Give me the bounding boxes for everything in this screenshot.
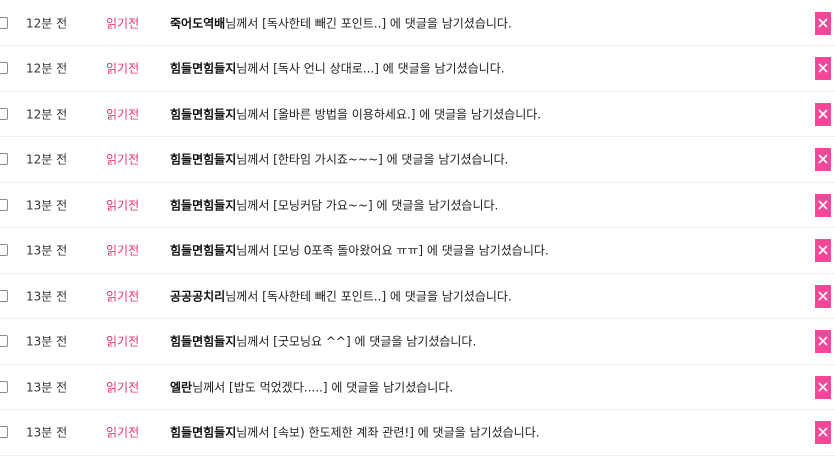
notification-time: 13분 전 xyxy=(26,380,68,395)
delete-button[interactable] xyxy=(815,375,831,399)
notification-time: 13분 전 xyxy=(26,425,68,440)
read-status-label[interactable]: 읽기전 xyxy=(106,424,139,441)
notification-message-link[interactable]: 힘들면힘들지님께서 [속보) 한도제한 계좌 관련!] 에 댓글을 남기셨습니다… xyxy=(170,424,540,441)
read-status-label[interactable]: 읽기전 xyxy=(106,151,139,168)
notification-message-link[interactable]: 힘들면힘들지님께서 [굿모닝요 ^^] 에 댓글을 남기셨습니다. xyxy=(170,333,476,350)
select-checkbox[interactable] xyxy=(0,289,8,302)
select-checkbox[interactable] xyxy=(0,335,8,348)
notification-message-link[interactable]: 힘들면힘들지님께서 [올바른 방법을 이용하세요.] 에 댓글을 남기셨습니다. xyxy=(170,105,541,122)
notification-time: 13분 전 xyxy=(26,334,68,349)
delete-button[interactable] xyxy=(815,421,831,445)
close-icon xyxy=(818,63,828,73)
commenter-nickname: 힘들면힘들지 xyxy=(170,61,237,76)
notification-row: 13분 전 읽기전 힘들면힘들지님께서 [굿모닝요 ^^] 에 댓글을 남기셨습… xyxy=(0,319,835,365)
notification-text: 님께서 [독사 언니 상대로...] 에 댓글을 남기셨습니다. xyxy=(236,61,505,76)
notification-message-link[interactable]: 엘란님께서 [밥도 먹었겠다.....] 에 댓글을 남기셨습니다. xyxy=(170,378,453,395)
notification-message-link[interactable]: 힘들면힘들지님께서 [독사 언니 상대로...] 에 댓글을 남기셨습니다. xyxy=(170,60,505,77)
notification-time: 12분 전 xyxy=(26,16,68,30)
select-checkbox[interactable] xyxy=(0,380,8,393)
commenter-nickname: 힘들면힘들지 xyxy=(170,107,237,122)
select-checkbox[interactable] xyxy=(0,16,8,29)
delete-button[interactable] xyxy=(815,284,831,308)
notification-text: 님께서 [올바른 방법을 이용하세요.] 에 댓글을 남기셨습니다. xyxy=(236,107,542,122)
commenter-nickname: 죽어도역배 xyxy=(170,16,226,30)
read-status-label[interactable]: 읽기전 xyxy=(106,333,139,350)
notification-message-link[interactable]: 공공공치리님께서 [독사한테 빼긴 포인트..] 에 댓글을 남기셨습니다. xyxy=(170,287,512,304)
commenter-nickname: 엘란 xyxy=(170,380,193,395)
select-checkbox[interactable] xyxy=(0,153,8,166)
commenter-nickname: 힘들면힘들지 xyxy=(170,152,237,167)
delete-button[interactable] xyxy=(815,102,831,126)
notification-text: 님께서 [밥도 먹었겠다.....] 에 댓글을 남기셨습니다. xyxy=(192,380,454,395)
notification-time: 13분 전 xyxy=(26,289,68,304)
notification-text: 님께서 [한타임 가시죠~~~] 에 댓글을 남기셨습니다. xyxy=(236,152,509,167)
notification-message-link[interactable]: 죽어도역배님께서 [독사한테 빼긴 포인트..] 에 댓글을 남기셨습니다. xyxy=(170,14,512,31)
read-status-label[interactable]: 읽기전 xyxy=(106,242,139,259)
notification-text: 님께서 [속보) 한도제한 계좌 관련!] 에 댓글을 남기셨습니다. xyxy=(236,425,540,440)
select-checkbox[interactable] xyxy=(0,244,8,257)
close-icon xyxy=(818,154,828,164)
read-status-label[interactable]: 읽기전 xyxy=(106,60,139,77)
notification-time: 13분 전 xyxy=(26,198,68,213)
commenter-nickname: 힘들면힘들지 xyxy=(170,334,237,349)
close-icon xyxy=(818,200,828,210)
read-status-label[interactable]: 읽기전 xyxy=(106,196,139,213)
delete-button[interactable] xyxy=(815,57,831,81)
notification-text: 님께서 [굿모닝요 ^^] 에 댓글을 남기셨습니다. xyxy=(236,334,477,349)
close-icon xyxy=(818,336,828,346)
notification-row: 13분 전 읽기전 엘란님께서 [밥도 먹었겠다.....] 에 댓글을 남기셨… xyxy=(0,365,835,410)
commenter-nickname: 힘들면힘들지 xyxy=(170,198,237,213)
read-status-label[interactable]: 읽기전 xyxy=(106,287,139,304)
notification-text: 님께서 [독사한테 빼긴 포인트..] 에 댓글을 남기셨습니다. xyxy=(225,289,512,304)
close-icon xyxy=(818,245,828,255)
select-checkbox[interactable] xyxy=(0,198,8,211)
notification-row: 12분 전 읽기전 힘들면힘들지님께서 [독사 언니 상대로...] 에 댓글을… xyxy=(0,46,835,92)
close-icon xyxy=(818,17,828,28)
notification-text: 님께서 [모닝커담 가요~~] 에 댓글을 남기셨습니다. xyxy=(236,198,499,213)
read-status-label[interactable]: 읽기전 xyxy=(106,105,139,122)
notification-time: 12분 전 xyxy=(26,152,68,167)
notification-time: 12분 전 xyxy=(26,107,68,122)
notification-row: 12분 전 읽기전 힘들면힘들지님께서 [한타임 가시죠~~~] 에 댓글을 남… xyxy=(0,137,835,183)
read-status-label[interactable]: 읽기전 xyxy=(106,14,139,31)
delete-button[interactable] xyxy=(815,239,831,263)
notification-row: 13분 전 읽기전 힘들면힘들지님께서 [모닝 0포족 돌아왔어요 ㅠㅠ] 에 … xyxy=(0,228,835,274)
delete-button[interactable] xyxy=(815,330,831,354)
notification-time: 12분 전 xyxy=(26,61,68,76)
notification-list: 12분 전 읽기전 죽어도역배님께서 [독사한테 빼긴 포인트..] 에 댓글을… xyxy=(0,0,835,456)
notification-row: 12분 전 읽기전 죽어도역배님께서 [독사한테 빼긴 포인트..] 에 댓글을… xyxy=(0,0,835,46)
select-checkbox[interactable] xyxy=(0,62,8,75)
notification-time: 13분 전 xyxy=(26,243,68,258)
read-status-label[interactable]: 읽기전 xyxy=(106,378,139,395)
delete-button[interactable] xyxy=(815,11,831,35)
notification-row: 13분 전 읽기전 힘들면힘들지님께서 [모닝커담 가요~~] 에 댓글을 남기… xyxy=(0,183,835,228)
notification-row: 13분 전 읽기전 힘들면힘들지님께서 [속보) 한도제한 계좌 관련!] 에 … xyxy=(0,410,835,456)
notification-text: 님께서 [모닝 0포족 돌아왔어요 ㅠㅠ] 에 댓글을 남기셨습니다. xyxy=(236,243,549,258)
notification-message-link[interactable]: 힘들면힘들지님께서 [한타임 가시죠~~~] 에 댓글을 남기셨습니다. xyxy=(170,151,508,168)
close-icon xyxy=(818,291,828,301)
select-checkbox[interactable] xyxy=(0,107,8,120)
delete-button[interactable] xyxy=(815,193,831,217)
notification-row: 12분 전 읽기전 힘들면힘들지님께서 [올바른 방법을 이용하세요.] 에 댓… xyxy=(0,92,835,137)
commenter-nickname: 힘들면힘들지 xyxy=(170,243,237,258)
select-checkbox[interactable] xyxy=(0,426,8,439)
delete-button[interactable] xyxy=(815,148,831,172)
notification-text: 님께서 [독사한테 빼긴 포인트..] 에 댓글을 남기셨습니다. xyxy=(225,16,512,30)
close-icon xyxy=(818,382,828,392)
close-icon xyxy=(818,427,828,437)
notification-message-link[interactable]: 힘들면힘들지님께서 [모닝커담 가요~~] 에 댓글을 남기셨습니다. xyxy=(170,196,498,213)
commenter-nickname: 공공공치리 xyxy=(170,289,226,304)
commenter-nickname: 힘들면힘들지 xyxy=(170,425,237,440)
notification-message-link[interactable]: 힘들면힘들지님께서 [모닝 0포족 돌아왔어요 ㅠㅠ] 에 댓글을 남기셨습니다… xyxy=(170,242,549,259)
close-icon xyxy=(818,109,828,119)
notification-row: 13분 전 읽기전 공공공치리님께서 [독사한테 빼긴 포인트..] 에 댓글을… xyxy=(0,274,835,319)
